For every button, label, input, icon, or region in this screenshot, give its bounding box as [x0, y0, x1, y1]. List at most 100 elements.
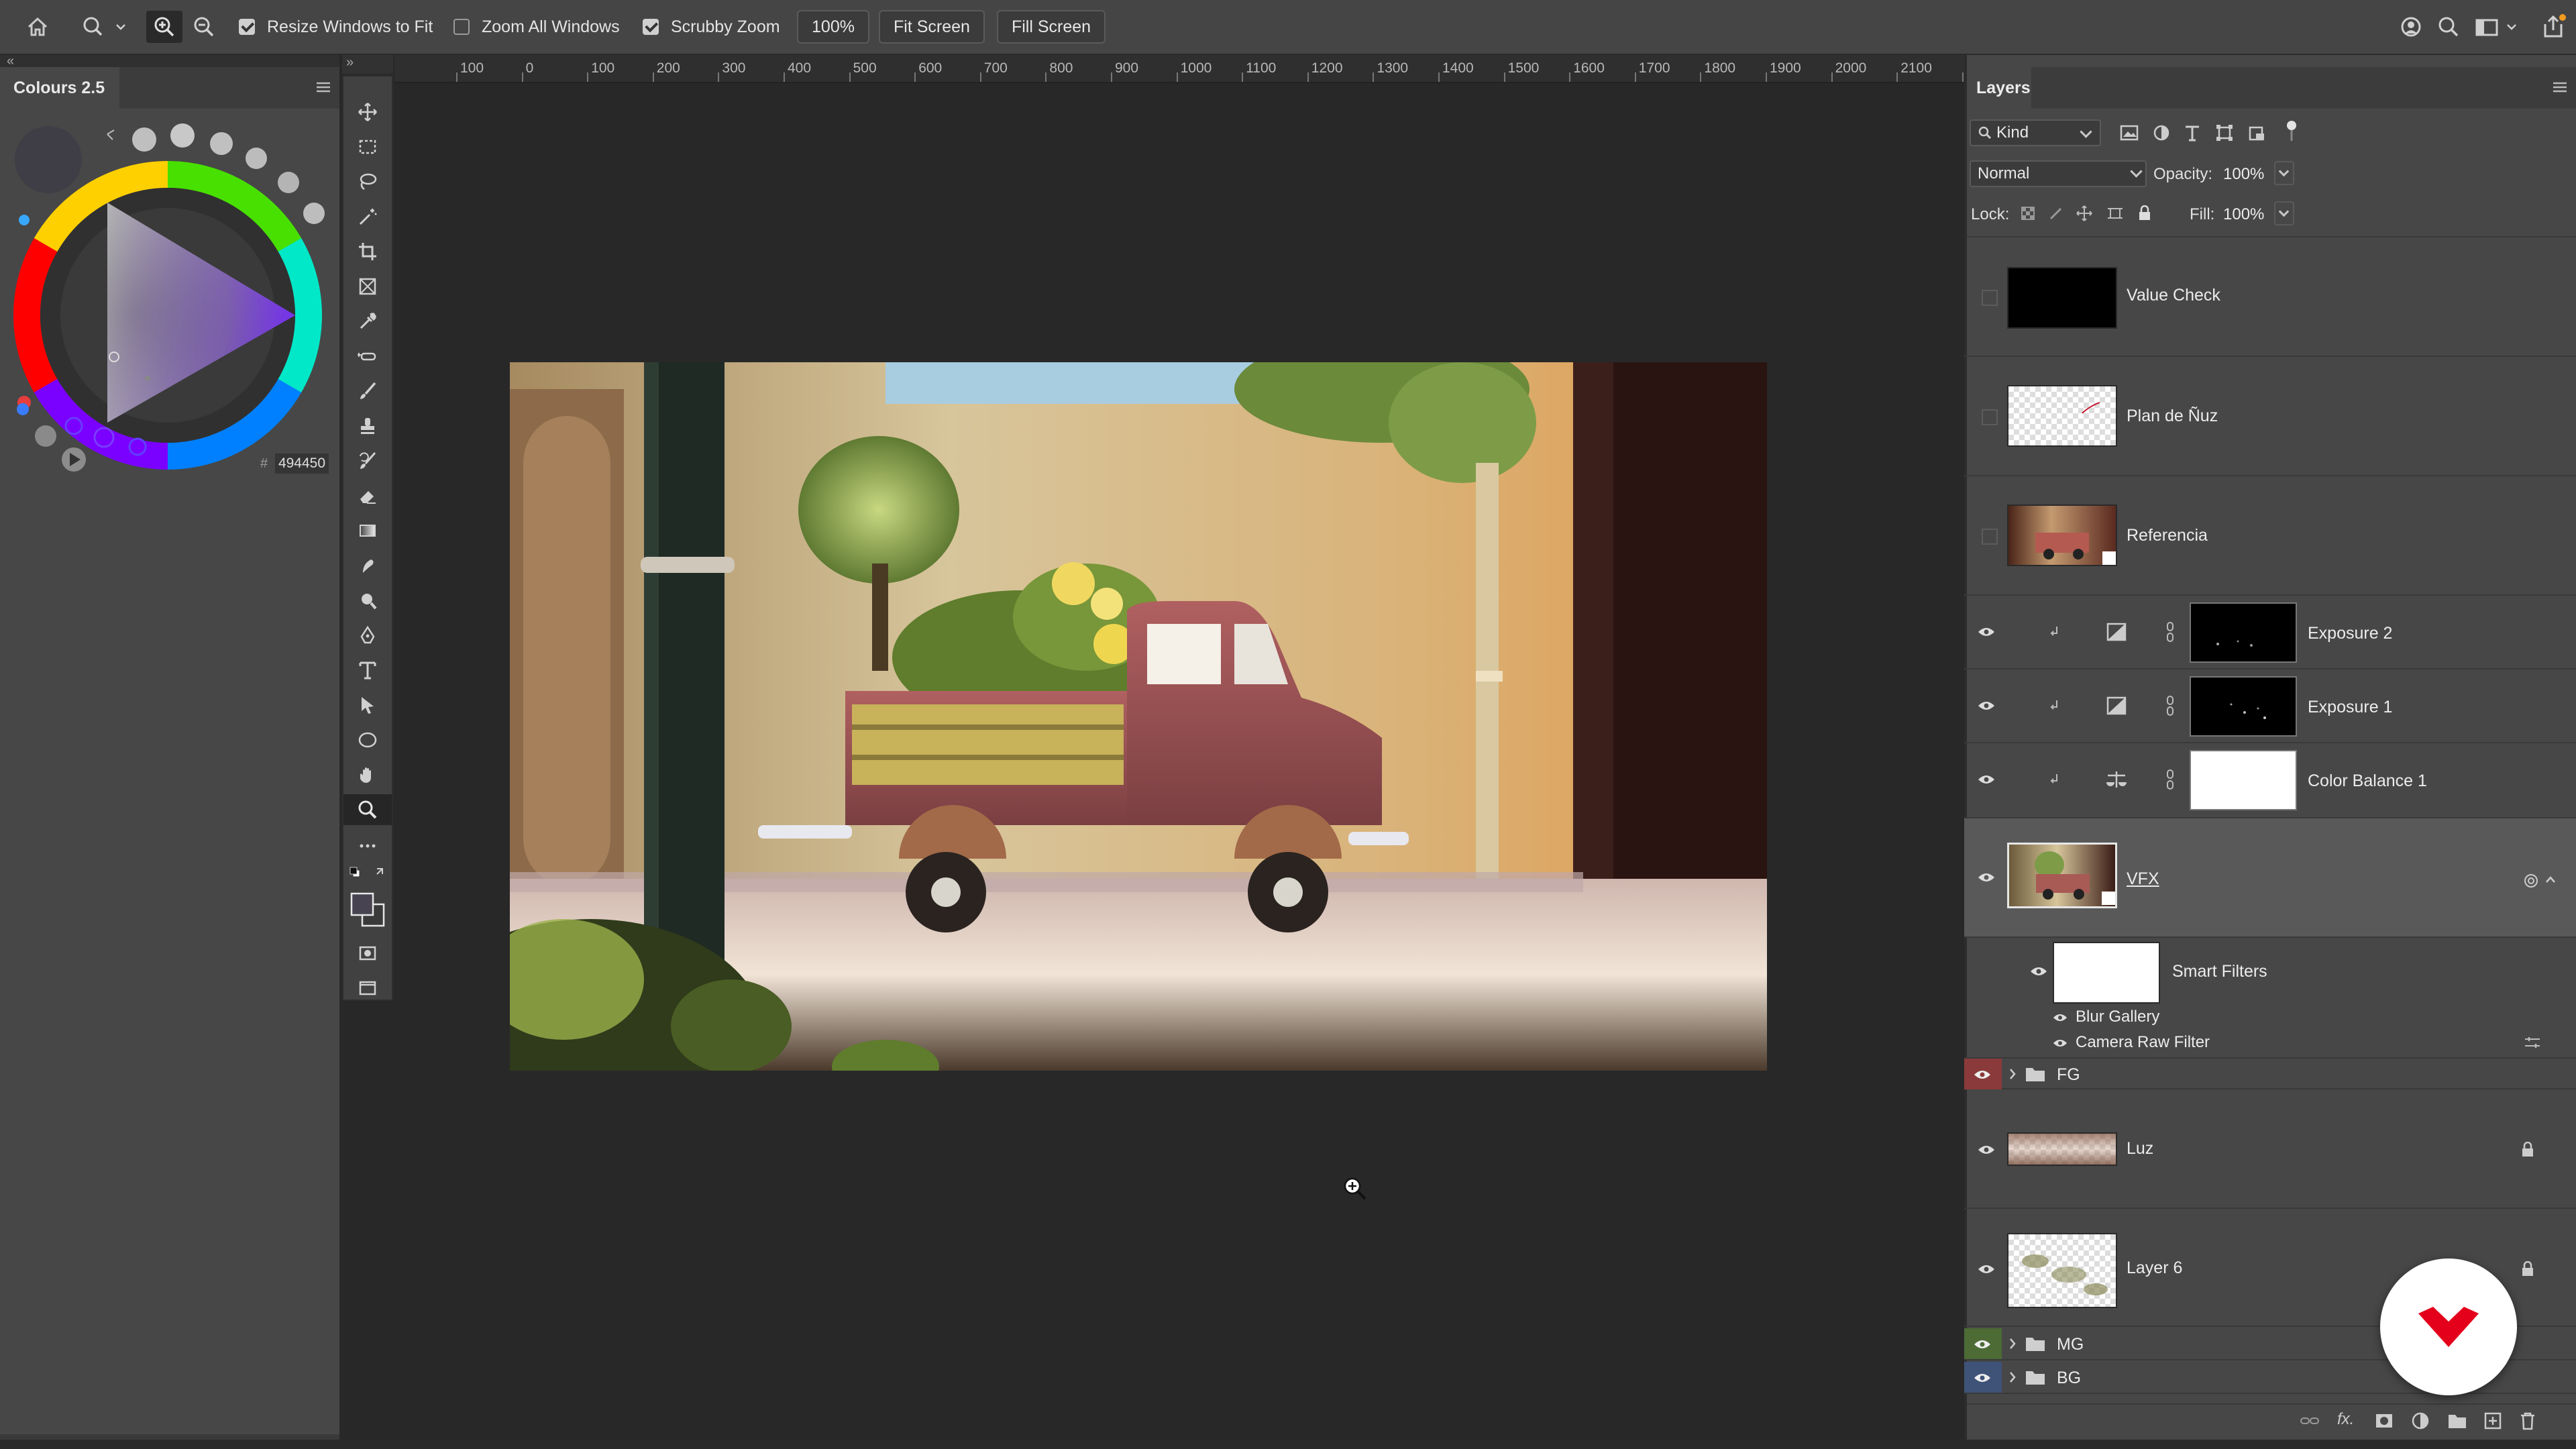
smart-filter-badge-icon[interactable]	[2522, 872, 2540, 890]
layer-name[interactable]: Color Balance 1	[2308, 771, 2427, 791]
magic-wand-tool-icon[interactable]	[343, 201, 392, 232]
delete-layer-icon[interactable]	[2520, 1411, 2536, 1430]
collapse-effects-icon[interactable]	[2545, 875, 2556, 884]
canvas-artwork[interactable]	[416, 335, 1767, 1147]
lock-pixels-icon[interactable]	[2046, 203, 2066, 224]
filter-adjustment-icon[interactable]	[2149, 121, 2174, 145]
visibility-eye-icon[interactable]	[1978, 872, 1995, 883]
filter-smart-object-icon[interactable]	[2245, 121, 2269, 145]
group-expand-icon[interactable]	[2008, 1371, 2017, 1383]
layer-group-fg[interactable]: FG	[1964, 1057, 2576, 1089]
resize-windows-checkbox[interactable]	[239, 19, 255, 35]
share-icon[interactable]	[2538, 12, 2568, 42]
path-selection-tool-icon[interactable]	[343, 690, 392, 720]
visibility-toggle-off[interactable]	[1982, 290, 1998, 306]
smart-filters-visibility-icon[interactable]	[2030, 966, 2047, 977]
scrubby-zoom-checkbox[interactable]	[643, 19, 659, 35]
layers-tab[interactable]: Layers	[1967, 67, 2031, 109]
visibility-eye-icon[interactable]	[1978, 627, 1995, 637]
layer-mask-thumbnail[interactable]	[2190, 602, 2297, 663]
fill-screen-button[interactable]: Fill Screen	[997, 10, 1106, 44]
visibility-toggle-off[interactable]	[1982, 529, 1998, 545]
dodge-tool-icon[interactable]	[343, 585, 392, 616]
layer-name[interactable]: Value Check	[2127, 286, 2220, 305]
hand-tool-icon[interactable]	[343, 759, 392, 790]
group-expand-icon[interactable]	[2008, 1068, 2017, 1080]
opacity-field[interactable]: 100%	[2223, 165, 2264, 184]
type-tool-icon[interactable]	[343, 655, 392, 686]
zoom-all-windows-checkbox[interactable]	[453, 19, 470, 35]
panel-menu-icon[interactable]	[315, 80, 331, 94]
visibility-eye-icon[interactable]	[1978, 700, 1995, 711]
layer-mask-thumbnail[interactable]	[2190, 750, 2297, 810]
smudge-tool-icon[interactable]	[343, 550, 392, 581]
zoom-out-icon[interactable]	[188, 11, 220, 43]
fill-field[interactable]: 100%	[2223, 205, 2264, 224]
visibility-eye-icon[interactable]	[1974, 1069, 1991, 1080]
group-expand-icon[interactable]	[2008, 1338, 2017, 1350]
workspace-switcher-icon[interactable]	[2474, 13, 2521, 40]
layers-panel-menu-icon[interactable]	[2552, 80, 2568, 94]
filter-camera-raw[interactable]: Camera Raw Filter	[2076, 1033, 2210, 1052]
exposure-adjustment-icon[interactable]	[2106, 623, 2127, 641]
new-adjustment-layer-icon[interactable]	[2411, 1411, 2430, 1430]
filter-shape-icon[interactable]	[2212, 121, 2237, 145]
fx-icon[interactable]: fx.	[2337, 1410, 2354, 1429]
eraser-tool-icon[interactable]	[343, 480, 392, 511]
move-tool-icon[interactable]	[343, 97, 392, 127]
clone-stamp-tool-icon[interactable]	[343, 411, 392, 441]
visibility-eye-icon[interactable]	[1978, 1264, 1995, 1275]
link-chain-icon[interactable]	[2165, 695, 2175, 716]
scrubby-zoom-option[interactable]: Scrubby Zoom	[643, 0, 780, 54]
new-group-icon[interactable]	[2447, 1411, 2467, 1430]
filter-visibility-icon[interactable]	[2053, 1038, 2068, 1048]
layer-filter-dropdown[interactable]: Kind	[1970, 119, 2101, 146]
default-colors-icon[interactable]	[343, 863, 392, 887]
add-mask-icon[interactable]	[2375, 1411, 2394, 1430]
zoom-tool-preset-icon[interactable]	[79, 12, 127, 42]
color-panel-tab[interactable]: Colours 2.5	[0, 67, 119, 109]
layer-name[interactable]: Layer 6	[2127, 1258, 2182, 1278]
visibility-eye-icon[interactable]	[1978, 774, 1995, 785]
link-layers-icon[interactable]	[2300, 1413, 2320, 1429]
visibility-toggle-off[interactable]	[1982, 409, 1998, 425]
lock-artboard-icon[interactable]	[2105, 203, 2125, 224]
visibility-eye-icon[interactable]	[1974, 1339, 1991, 1350]
smart-filters-group[interactable]: Smart Filters Blur Gallery Camera Raw Fi…	[1964, 938, 2576, 1057]
frame-tool-icon[interactable]	[343, 271, 392, 302]
marquee-tool-icon[interactable]	[343, 131, 392, 162]
resize-windows-option[interactable]: Resize Windows to Fit	[239, 0, 433, 54]
crop-tool-icon[interactable]	[343, 236, 392, 267]
zoom-percentage-field[interactable]: 100%	[797, 10, 869, 44]
layer-mask-thumbnail[interactable]	[2190, 676, 2297, 737]
blend-mode-dropdown[interactable]: Normal	[1970, 160, 2147, 187]
filter-blur-gallery[interactable]: Blur Gallery	[2076, 1008, 2159, 1026]
layer-row-plan[interactable]: Plan de Ñuz	[1964, 357, 2576, 476]
healing-brush-tool-icon[interactable]	[343, 341, 392, 372]
zoom-all-windows-option[interactable]: Zoom All Windows	[453, 0, 620, 54]
filter-type-icon[interactable]	[2180, 121, 2204, 145]
filter-toggle-icon[interactable]	[2279, 118, 2304, 145]
lock-transparency-icon[interactable]	[2018, 203, 2038, 224]
layer-row-vfx[interactable]: VFX	[1964, 818, 2576, 938]
filter-pixel-icon[interactable]	[2117, 121, 2141, 145]
toolbar-collapse-icon[interactable]: »	[342, 55, 393, 74]
pen-tool-icon[interactable]	[343, 620, 392, 651]
layer-row-color-balance[interactable]: Color Balance 1	[1964, 743, 2576, 818]
edit-toolbar-icon[interactable]	[343, 830, 392, 861]
layer-row-value-check[interactable]: Value Check	[1964, 239, 2576, 357]
layer-row-exposure-1[interactable]: Exposure 1	[1964, 669, 2576, 743]
opacity-slider-button[interactable]	[2274, 161, 2294, 185]
filter-visibility-icon[interactable]	[2053, 1013, 2068, 1022]
visibility-eye-icon[interactable]	[1974, 1373, 1991, 1383]
layer-name[interactable]: MG	[2057, 1335, 2084, 1354]
layer-row-referencia[interactable]: Referencia	[1964, 476, 2576, 596]
layer-name[interactable]: Exposure 2	[2308, 624, 2392, 643]
cloud-documents-icon[interactable]	[2398, 13, 2424, 40]
search-icon[interactable]	[2435, 13, 2462, 40]
home-icon[interactable]	[24, 13, 51, 40]
exposure-adjustment-icon[interactable]	[2106, 696, 2127, 715]
screen-mode-icon[interactable]	[343, 973, 392, 1004]
lock-position-icon[interactable]	[2074, 203, 2094, 224]
zoom-tool-icon[interactable]	[343, 794, 392, 825]
